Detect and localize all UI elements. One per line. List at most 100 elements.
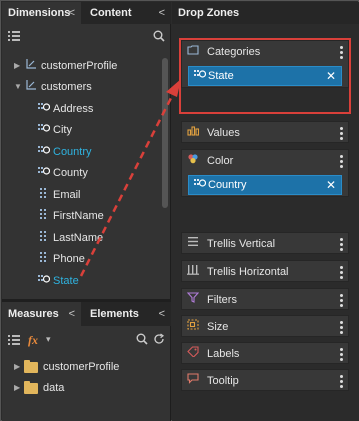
collapse-chevron-icon[interactable]: < bbox=[69, 2, 75, 24]
color-icon bbox=[187, 150, 199, 172]
remove-icon[interactable]: ✕ bbox=[326, 176, 336, 194]
more-options-icon[interactable] bbox=[338, 343, 344, 365]
more-options-icon[interactable] bbox=[338, 233, 344, 255]
drop-zone-labels[interactable]: Labels bbox=[181, 342, 349, 364]
tree-item-label: State bbox=[53, 275, 79, 287]
filter-icon bbox=[186, 289, 200, 311]
tree-item-country[interactable]: Country bbox=[2, 142, 162, 162]
chip-label: Country bbox=[208, 179, 247, 191]
tree-item-customers[interactable]: ▼ customers bbox=[2, 77, 162, 97]
left-panel: Dimensions < Content < ▶ customerProfile… bbox=[2, 2, 171, 421]
more-options-icon[interactable] bbox=[338, 122, 344, 144]
dropdown-caret-icon[interactable]: ▾ bbox=[46, 334, 51, 345]
tree-item-label: FirstName bbox=[53, 210, 104, 222]
zone-header: Trellis Vertical bbox=[182, 233, 348, 255]
tab-elements-label: Elements bbox=[90, 308, 139, 320]
tree-item-lastname[interactable]: LastName bbox=[2, 228, 162, 248]
zone-header: Trellis Horizontal bbox=[182, 261, 348, 283]
zone-header: Labels bbox=[182, 343, 348, 365]
tree-item-county[interactable]: County bbox=[2, 163, 162, 183]
drop-zone-values[interactable]: Values bbox=[181, 121, 349, 143]
highlight-box bbox=[179, 38, 351, 114]
tab-content[interactable]: Content < bbox=[81, 2, 171, 24]
drop-zone-filters[interactable]: Filters bbox=[181, 288, 349, 310]
folder-icon bbox=[24, 381, 38, 394]
tree-item-state[interactable]: State bbox=[2, 271, 162, 291]
geo-field-icon bbox=[38, 271, 51, 291]
formula-icon[interactable]: fx bbox=[28, 333, 38, 348]
labels-icon bbox=[187, 343, 199, 365]
tab-measures[interactable]: Measures < bbox=[2, 302, 81, 326]
collapse-chevron-icon[interactable]: < bbox=[159, 302, 165, 326]
folder-customerprofile[interactable]: ▶ customerProfile bbox=[14, 357, 164, 377]
zone-label: Tooltip bbox=[207, 375, 239, 387]
tree-item-phone[interactable]: Phone bbox=[2, 249, 162, 269]
field-icon bbox=[40, 185, 48, 205]
collapse-arrow-icon[interactable]: ▼ bbox=[14, 77, 22, 97]
zone-label: Values bbox=[207, 127, 240, 139]
drop-zone-tooltip[interactable]: Tooltip bbox=[181, 369, 349, 391]
zone-header: Color bbox=[182, 150, 348, 172]
list-view-icon[interactable] bbox=[8, 334, 20, 349]
tree-item-label: customerProfile bbox=[41, 60, 118, 72]
drop-zones-panel: Drop Zones Categories State ✕ Values Col… bbox=[172, 2, 359, 421]
tree-item-city[interactable]: City bbox=[2, 120, 162, 140]
tooltip-icon bbox=[187, 370, 199, 392]
bottom-tabs: Measures < Elements < bbox=[2, 302, 171, 326]
trellis-horizontal-icon bbox=[187, 261, 199, 283]
folder-label: customerProfile bbox=[43, 361, 120, 373]
list-view-icon[interactable] bbox=[8, 30, 20, 45]
app-window: Dimensions < Content < ▶ customerProfile… bbox=[0, 0, 359, 421]
tree-item-label: customers bbox=[41, 81, 92, 93]
more-options-icon[interactable] bbox=[338, 150, 344, 172]
folder-icon bbox=[24, 360, 38, 373]
tree-item-label: Country bbox=[53, 146, 92, 158]
top-tabs: Dimensions < Content < bbox=[2, 2, 171, 24]
zone-label: Labels bbox=[207, 348, 240, 360]
field-chip-country[interactable]: Country ✕ bbox=[188, 175, 342, 195]
expand-arrow-icon[interactable]: ▶ bbox=[14, 56, 20, 76]
dimension-icon bbox=[26, 77, 37, 97]
zone-label: Color bbox=[207, 155, 234, 167]
tab-measures-label: Measures bbox=[8, 308, 59, 320]
drop-zone-color[interactable]: Color Country ✕ bbox=[181, 149, 349, 197]
tab-elements[interactable]: Elements < bbox=[81, 302, 171, 326]
zone-header: Filters bbox=[182, 289, 348, 311]
refresh-icon[interactable] bbox=[153, 333, 165, 348]
expand-arrow-icon[interactable]: ▶ bbox=[14, 378, 20, 398]
tab-dimensions[interactable]: Dimensions < bbox=[2, 2, 81, 24]
zone-header: Size bbox=[182, 316, 348, 338]
more-options-icon[interactable] bbox=[338, 370, 344, 392]
tree-item-address[interactable]: Address bbox=[2, 99, 162, 119]
values-icon bbox=[187, 122, 200, 144]
drop-zone-size[interactable]: Size bbox=[181, 315, 349, 337]
zone-label: Filters bbox=[207, 294, 237, 306]
zone-header: Values bbox=[182, 122, 348, 144]
drop-zone-trellis-horizontal[interactable]: Trellis Horizontal bbox=[181, 260, 349, 282]
field-icon bbox=[40, 206, 48, 226]
search-icon[interactable] bbox=[153, 30, 165, 45]
more-options-icon[interactable] bbox=[338, 316, 344, 338]
expand-arrow-icon[interactable]: ▶ bbox=[14, 357, 20, 377]
trellis-vertical-icon bbox=[187, 233, 199, 255]
tree-item-label: LastName bbox=[53, 232, 104, 244]
tree-item-label: Address bbox=[53, 103, 94, 115]
panel-title: Drop Zones bbox=[172, 2, 359, 24]
search-icon[interactable] bbox=[136, 333, 148, 348]
folder-data[interactable]: ▶ data bbox=[14, 378, 164, 398]
dimensions-tree: ▶ customerProfile ▼ customers Address Ci… bbox=[2, 56, 171, 292]
zone-label: Trellis Vertical bbox=[207, 238, 276, 250]
collapse-chevron-icon[interactable]: < bbox=[69, 302, 75, 326]
more-options-icon[interactable] bbox=[338, 261, 344, 283]
drop-zone-trellis-vertical[interactable]: Trellis Vertical bbox=[181, 232, 349, 254]
collapse-chevron-icon[interactable]: < bbox=[159, 2, 165, 24]
zone-header: Tooltip bbox=[182, 370, 348, 392]
tree-item-firstname[interactable]: FirstName bbox=[2, 206, 162, 226]
tree-item-label: Email bbox=[53, 189, 81, 201]
more-options-icon[interactable] bbox=[338, 289, 344, 311]
tree-item-label: Phone bbox=[53, 253, 85, 265]
tree-item-email[interactable]: Email bbox=[2, 185, 162, 205]
tree-scrollbar[interactable] bbox=[162, 58, 168, 208]
tree-item-customerprofile[interactable]: ▶ customerProfile bbox=[2, 56, 162, 76]
geo-field-icon bbox=[194, 176, 207, 194]
